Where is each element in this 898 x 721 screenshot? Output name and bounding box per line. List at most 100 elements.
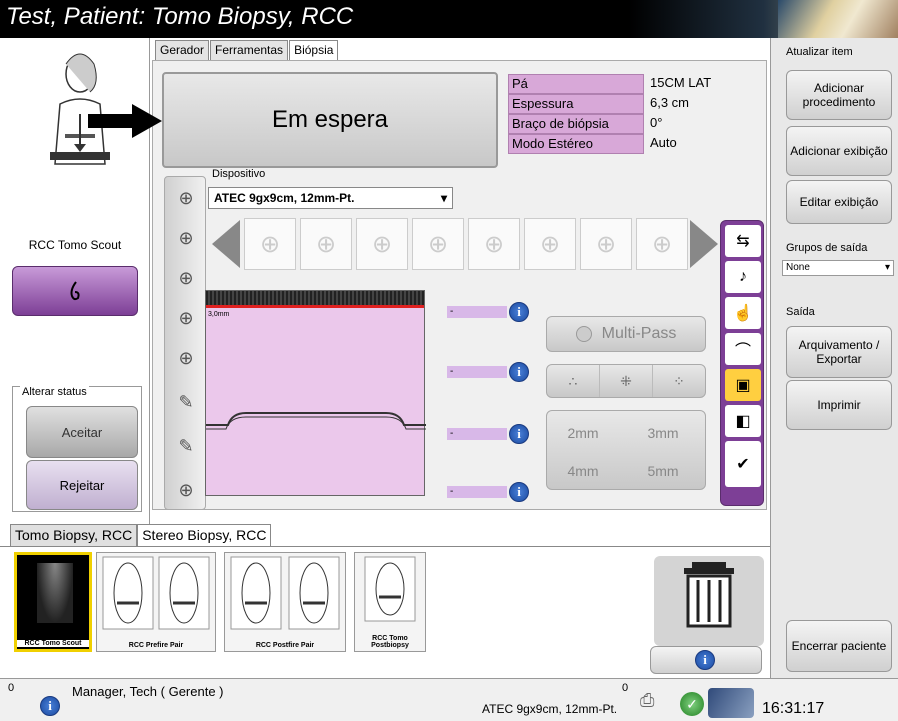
target-slot[interactable]: ⊕: [524, 218, 576, 270]
needle-slot: -: [447, 366, 507, 378]
tomo-scout-button[interactable]: [12, 266, 138, 316]
monitor-icon[interactable]: ▣: [725, 369, 761, 401]
change-status-label: Alterar status: [20, 386, 89, 398]
checkmark-icon[interactable]: ✔: [725, 441, 761, 487]
target-slot[interactable]: ⊕: [356, 218, 408, 270]
info-value: Auto: [650, 135, 677, 150]
breast-view-icon: [364, 556, 416, 622]
tab-tools[interactable]: Ferramentas: [210, 40, 289, 62]
tab-bar: Gerador Ferramentas Biópsia: [155, 40, 339, 62]
xray-tube-icon[interactable]: [708, 688, 754, 718]
target-slot[interactable]: ⊕: [468, 218, 520, 270]
device-status: ATEC 9gx9cm, 12mm-Pt.: [482, 702, 618, 716]
target-group-icon[interactable]: ⊕: [169, 473, 203, 507]
thumbnail-tomo-postbiopsy[interactable]: RCC Tomo Postbiopsy: [354, 552, 426, 652]
chevron-down-icon: ▾: [884, 262, 890, 273]
target-slot[interactable]: ⊕: [300, 218, 352, 270]
device-select-value: ATEC 9gx9cm, 12mm-Pt.: [214, 191, 355, 205]
target-slot[interactable]: ⊕: [244, 218, 296, 270]
info-label: Modo Estéreo: [508, 134, 644, 154]
thumbnail-tomo-scout[interactable]: RCC Tomo Scout: [14, 552, 92, 652]
pattern-3-icon[interactable]: ∴: [547, 365, 600, 397]
needle-outline: [206, 412, 426, 430]
system-ok-icon[interactable]: ✓: [680, 692, 704, 716]
needle-depth-icon[interactable]: ♪: [725, 261, 761, 293]
thumbnail-label: RCC Postfire Pair: [255, 642, 315, 649]
device-select[interactable]: ATEC 9gx9cm, 12mm-Pt. ▾: [208, 187, 453, 209]
tab-tomo-biopsy[interactable]: Tomo Biopsy, RCC: [10, 524, 138, 546]
output-groups-label: Grupos de saída: [786, 242, 868, 254]
info-icon[interactable]: i: [509, 302, 529, 322]
close-patient-button[interactable]: Encerrar paciente: [786, 620, 892, 672]
swap-icon[interactable]: ⇆: [725, 225, 761, 257]
thumbnail-info-button[interactable]: i: [650, 646, 762, 674]
thumbnail-prefire-pair[interactable]: RCC Prefire Pair: [96, 552, 216, 652]
print-button[interactable]: Imprimir: [786, 380, 892, 430]
tab-biopsy[interactable]: Biópsia: [289, 40, 339, 62]
clock: 16:31:17: [762, 700, 825, 717]
thumbnail-label: RCC Tomo Scout: [17, 640, 89, 647]
target-delete-icon[interactable]: ⊕: [169, 221, 203, 255]
user-label: Manager, Tech ( Gerente ): [72, 684, 224, 699]
info-label: Braço de biópsia: [508, 114, 644, 134]
step-5mm-button[interactable]: 5mm: [637, 457, 689, 485]
step-3mm-button[interactable]: 3mm: [637, 419, 689, 447]
next-target-icon[interactable]: [690, 220, 718, 268]
compression-icon[interactable]: ☝: [725, 297, 761, 329]
window-title: Test, Patient: Tomo Biopsy, RCC: [6, 3, 354, 30]
trash-icon[interactable]: [654, 556, 764, 646]
info-value: 0°: [650, 115, 663, 130]
target-accept-icon[interactable]: ⊕: [169, 181, 203, 215]
info-icon: i: [695, 650, 715, 670]
info-value: 15CM LAT: [650, 75, 712, 90]
info-value: 6,3 cm: [650, 95, 690, 110]
needle-down-icon[interactable]: ✎: [169, 429, 203, 463]
archive-export-button[interactable]: Arquivamento / Exportar: [786, 326, 892, 378]
thumbnail-label: RCC Tomo Postbiopsy: [371, 635, 409, 649]
target-slot[interactable]: ⊕: [412, 218, 464, 270]
info-icon[interactable]: i: [509, 362, 529, 382]
add-procedure-button[interactable]: Adicionar procedimento: [786, 70, 892, 120]
depth-line: [206, 305, 424, 308]
needle-slot: -: [447, 428, 507, 440]
info-icon[interactable]: i: [40, 696, 60, 716]
accept-button[interactable]: Aceitar: [26, 406, 138, 458]
reject-button[interactable]: Rejeitar: [26, 460, 138, 510]
step-size-selector: 2mm 3mm 4mm 5mm: [546, 410, 706, 490]
thumbnail-postfire-pair[interactable]: RCC Postfire Pair: [224, 552, 346, 652]
arrow-right-icon: [88, 104, 162, 138]
stereo-pair-icon: [230, 556, 340, 630]
step-2mm-button[interactable]: 2mm: [557, 419, 609, 447]
stereo-pair-icon: [102, 556, 210, 630]
multipass-button[interactable]: Multi-Pass: [546, 316, 706, 352]
split-view-icon[interactable]: ◧: [725, 405, 761, 437]
needle-up-icon[interactable]: ✎: [169, 385, 203, 419]
needle-depth-label: 3,0mm: [208, 311, 230, 318]
chevron-down-icon: ▾: [440, 191, 447, 205]
paddle-icon[interactable]: ⌒: [725, 333, 761, 365]
target-send-icon[interactable]: ⊕: [169, 261, 203, 295]
needle-view: 3,0mm: [205, 290, 426, 496]
target-edit-icon[interactable]: ⊕: [169, 301, 203, 335]
target-slot[interactable]: ⊕: [580, 218, 632, 270]
step-4mm-button[interactable]: 4mm: [557, 457, 609, 485]
alert-count: 0: [8, 682, 15, 694]
biopsy-info-table: Pá 15CM LAT Espessura 6,3 cm Braço de bi…: [508, 74, 744, 154]
edit-view-button[interactable]: Editar exibição: [786, 180, 892, 224]
procedure-tabs: Tomo Biopsy, RCC Stereo Biopsy, RCC: [10, 524, 272, 546]
target-trash-icon[interactable]: ⊕: [169, 341, 203, 375]
paddle-edge: [206, 291, 424, 305]
info-icon[interactable]: i: [509, 424, 529, 444]
tab-generator[interactable]: Gerador: [155, 40, 210, 62]
output-groups-select[interactable]: None ▾: [782, 260, 894, 276]
print-queue-icon[interactable]: ⎙: [640, 690, 670, 714]
add-view-button[interactable]: Adicionar exibição: [786, 126, 892, 176]
target-slot[interactable]: ⊕: [636, 218, 688, 270]
pattern-5-icon[interactable]: ⁜: [600, 365, 653, 397]
tab-stereo-biopsy[interactable]: Stereo Biopsy, RCC: [137, 524, 272, 546]
previous-target-icon[interactable]: [212, 220, 240, 268]
compression-icon: [70, 281, 80, 301]
pattern-9-icon[interactable]: ⁘: [653, 365, 705, 397]
info-icon[interactable]: i: [509, 482, 529, 502]
needle-slot: -: [447, 306, 507, 318]
